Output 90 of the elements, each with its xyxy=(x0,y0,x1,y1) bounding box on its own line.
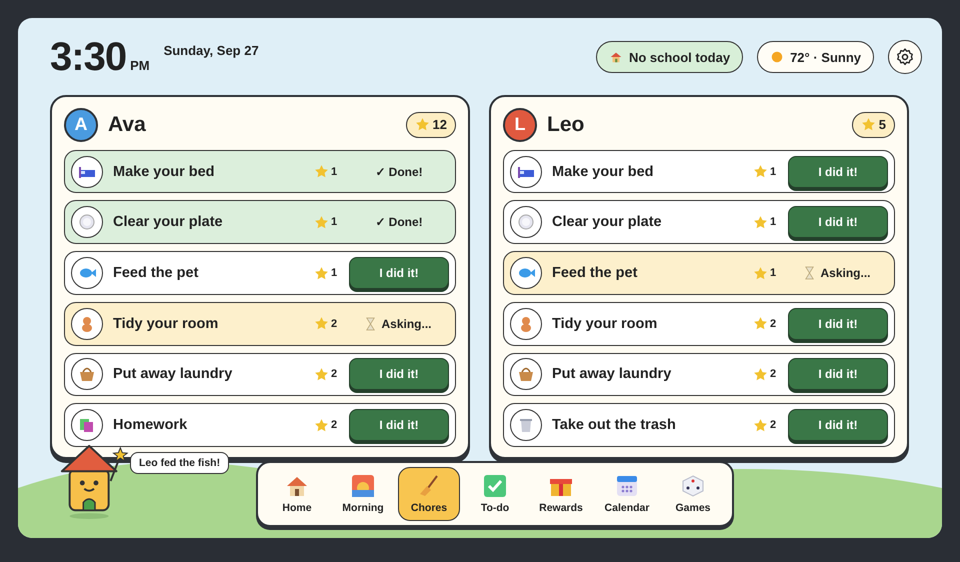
i-did-it-button[interactable]: I did it! xyxy=(788,206,888,238)
asking-status: Asking... xyxy=(381,316,432,331)
i-did-it-button[interactable]: I did it! xyxy=(349,257,449,289)
chore-name: Clear your plate xyxy=(552,214,663,230)
plate-icon xyxy=(71,206,103,238)
star-icon xyxy=(753,214,768,230)
star-icon xyxy=(753,164,768,180)
hourglass-icon xyxy=(366,316,376,331)
asking-status: Asking... xyxy=(820,266,870,280)
plate-icon xyxy=(510,206,542,238)
star-points: 2 xyxy=(331,368,338,380)
star-icon xyxy=(314,418,329,433)
trash-can-icon xyxy=(510,409,542,442)
chore-name: Take out the trash xyxy=(552,417,677,434)
calendar-icon xyxy=(615,474,639,498)
star-icon xyxy=(753,266,768,280)
clock-meridiem: PM xyxy=(130,58,150,72)
sunrise-icon xyxy=(351,474,375,498)
star-icon xyxy=(753,316,768,332)
star-icon xyxy=(314,316,329,332)
i-did-it-button[interactable]: I did it! xyxy=(788,358,888,390)
star-points: 2 xyxy=(331,419,338,432)
speech-bubble: Leo fed the fish! xyxy=(130,452,230,474)
bed-icon xyxy=(71,156,103,188)
settings-button[interactable] xyxy=(888,40,922,74)
fish-icon xyxy=(510,257,542,289)
done-status: ✓ Done! xyxy=(375,164,423,179)
nav-tab[interactable]: Rewards xyxy=(530,467,592,521)
done-status: ✓ Done! xyxy=(375,215,423,230)
nav-tab[interactable]: Calendar xyxy=(596,467,658,521)
chore-name: Tidy your room xyxy=(552,316,658,332)
star-points: 1 xyxy=(770,166,776,178)
star-icon xyxy=(860,117,876,132)
star-points: 1 xyxy=(331,216,338,228)
star-points: 1 xyxy=(331,267,338,279)
star-icon xyxy=(414,117,430,132)
checkbox-icon xyxy=(483,474,507,498)
chore-name: Put away laundry xyxy=(113,366,234,382)
nav-tab[interactable]: To-do xyxy=(464,467,526,521)
i-did-it-button[interactable]: I did it! xyxy=(349,409,449,442)
star-icon xyxy=(314,164,329,180)
basket-icon xyxy=(71,358,103,390)
kid-name: Ava xyxy=(108,112,147,137)
clock-time: 3:30 xyxy=(50,34,126,80)
i-did-it-button[interactable]: I did it! xyxy=(788,308,888,340)
star-points: 1 xyxy=(770,216,776,228)
avatar-circle: L xyxy=(503,108,537,142)
star-points: 1 xyxy=(331,166,338,178)
star-points: 1 xyxy=(770,267,776,279)
star-points: 2 xyxy=(770,368,776,380)
chore-name: Feed the pet xyxy=(552,265,638,281)
chore-name: Make your bed xyxy=(113,164,216,180)
house-icon xyxy=(608,50,623,64)
hourglass-icon xyxy=(805,266,814,280)
basket-icon xyxy=(510,358,542,390)
settings-icon xyxy=(895,47,915,67)
school-status-pill: No school today xyxy=(596,41,744,73)
weather-pill: 72° · Sunny xyxy=(757,41,874,73)
star-points: 2 xyxy=(331,318,338,330)
bed-icon xyxy=(510,156,542,188)
chore-name: Make your bed xyxy=(552,164,655,180)
kid-name: Leo xyxy=(547,112,586,137)
star-count-badge: 12 xyxy=(406,112,456,138)
books-icon xyxy=(71,409,103,442)
fish-icon xyxy=(71,257,103,289)
sun-icon xyxy=(770,50,784,64)
nav-tab[interactable]: Home xyxy=(266,467,328,521)
chore-name: Homework xyxy=(113,417,188,434)
star-points: 2 xyxy=(770,318,776,330)
chore-name: Clear your plate xyxy=(113,214,224,230)
star-icon xyxy=(314,214,329,230)
star-icon xyxy=(753,418,768,433)
star-icon xyxy=(314,366,329,382)
chore-name: Put away laundry xyxy=(552,366,672,382)
star-points: 2 xyxy=(770,419,776,432)
chore-name: Feed the pet xyxy=(113,265,200,281)
house-icon xyxy=(285,474,309,498)
star-count-badge: 5 xyxy=(852,112,895,138)
nav-tab[interactable]: Chores xyxy=(398,467,460,521)
chore-name: Tidy your room xyxy=(113,316,220,332)
dice-icon xyxy=(681,474,705,498)
star-icon xyxy=(314,266,329,280)
date-text: Sunday, Sep 27 xyxy=(164,42,259,58)
nav-tab[interactable]: Morning xyxy=(332,467,394,521)
nav-tab[interactable]: Games xyxy=(662,467,724,521)
i-did-it-button[interactable]: I did it! xyxy=(788,409,888,442)
star-icon xyxy=(753,366,768,382)
i-did-it-button[interactable]: I did it! xyxy=(788,156,888,188)
avatar-circle: A xyxy=(64,108,98,142)
i-did-it-button[interactable]: I did it! xyxy=(349,358,449,390)
